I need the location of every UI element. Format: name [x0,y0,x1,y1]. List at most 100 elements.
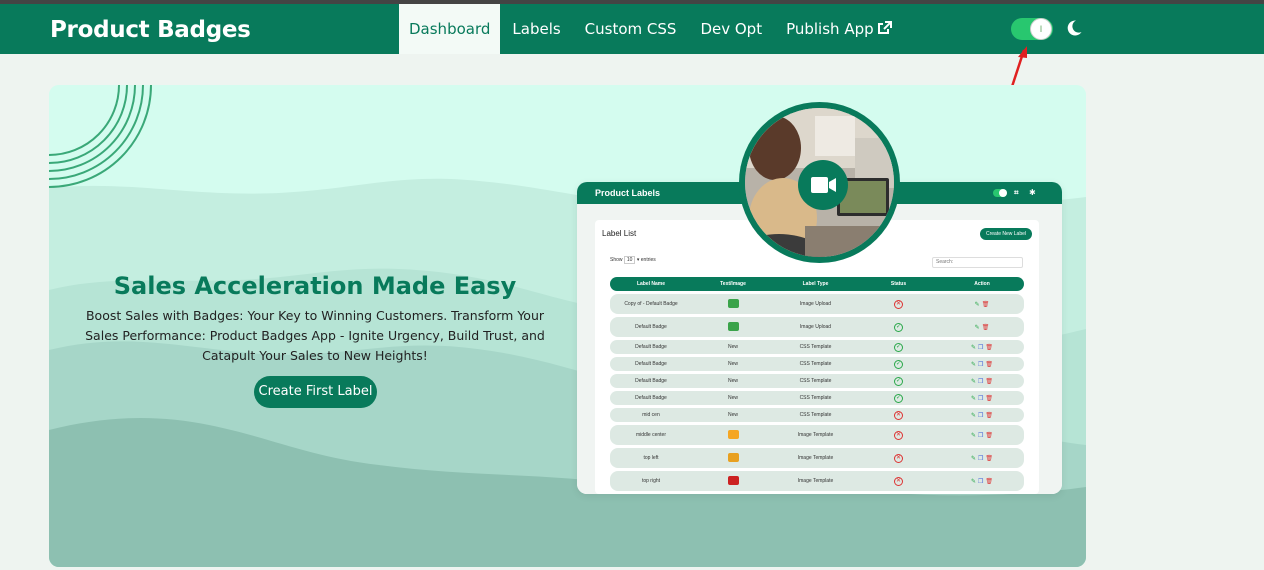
delete-icon: 🗑 [981,324,990,331]
row-actions: ✎ ❐ 🗑 [940,395,1024,402]
delete-icon: 🗑 [985,478,994,485]
row-status: ✕ [857,453,940,463]
edit-icon: ✎ [970,378,976,385]
preview-toggle [993,189,1007,197]
edit-icon: ✎ [970,432,976,439]
row-text-image [692,429,774,441]
preview-table-row: top left Image Template ✕ ✎ ❐ 🗑 [610,448,1024,468]
row-status: ✓ [857,376,940,386]
edit-icon: ✎ [970,412,976,419]
row-status: ✓ [857,342,940,352]
row-label-name: middle center [635,432,666,438]
create-first-label-button[interactable]: Create First Label [254,376,377,408]
nav-labels-label: Labels [512,20,561,38]
status-inactive-icon: ✕ [894,410,903,420]
row-label-type: CSS Template [799,344,832,350]
row-label-name: Default Badge [635,344,667,350]
badge-image [727,452,739,462]
nav-publish-app[interactable]: Publish App [774,4,904,54]
nav-custom-css-label: Custom CSS [584,20,677,38]
preview-table-header: Label Name Text/Image Label Type Status … [610,277,1024,291]
preview-search-box: Search: [932,257,1023,268]
row-label-name: Copy of - Default Badge [624,301,678,307]
preview-table-row: middle center Image Template ✕ ✎ ❐ 🗑 [610,425,1024,445]
app-enable-toggle[interactable]: I [1011,18,1053,40]
delete-icon: 🗑 [981,301,990,308]
row-label-name: top right [641,478,661,484]
preview-card-title: Label List [602,229,637,238]
badge-image [727,475,739,485]
row-label-name: top left [643,455,659,461]
col-status: Status [890,281,907,287]
preview-show-value: 10 [623,256,636,264]
edit-icon: ✎ [970,395,976,402]
row-status: ✓ [857,359,940,369]
preview-table-row: top right Image Template ✕ ✎ ❐ 🗑 [610,471,1024,491]
row-status: ✕ [857,410,940,420]
toggle-knob: I [1030,18,1052,40]
copy-icon: ❐ [978,378,984,385]
status-inactive-icon: ✕ [894,430,903,440]
nav-labels[interactable]: Labels [500,4,572,54]
row-label-type: CSS Template [799,361,832,367]
row-status: ✕ [857,430,940,440]
preview-fullscreen-icon: ⌗ [1014,188,1019,197]
hero-headline: Sales Acceleration Made Easy [113,272,517,300]
row-text-image: New [692,361,774,367]
copy-icon: ❐ [978,361,984,368]
col-label-type: Label Type [802,281,829,287]
copy-icon: ❐ [978,455,984,462]
row-text-image [692,475,774,487]
col-action: Action [974,281,990,287]
badge-text: New [727,344,738,350]
status-active-icon: ✓ [894,322,903,332]
row-text-image: New [692,378,774,384]
edit-icon: ✎ [974,301,980,308]
preview-table-body: Copy of - Default Badge Image Upload ✕ ✎ 🗑 De… [610,294,1024,494]
row-label-name: Default Badge [635,378,667,384]
intro-video-thumbnail[interactable] [739,102,900,263]
row-actions: ✎ ❐ 🗑 [940,344,1024,351]
nav-dev-opt[interactable]: Dev Opt [688,4,774,54]
badge-text: New [727,361,738,367]
delete-icon: 🗑 [985,395,994,402]
row-status: ✕ [857,299,940,309]
preview-table-row: Default Badge New CSS Template ✓ ✎ ❐ 🗑 [610,391,1024,405]
row-actions: ✎ ❐ 🗑 [940,378,1024,385]
row-text-image: New [692,344,774,350]
copy-icon: ❐ [978,478,984,485]
row-text-image: New [692,395,774,401]
row-status: ✓ [857,322,940,332]
edit-icon: ✎ [970,344,976,351]
row-actions: ✎ ❐ 🗑 [940,361,1024,368]
hero-subtext: Boost Sales with Badges: Your Key to Win… [85,308,545,363]
preview-sun-icon: ✱ [1029,188,1036,197]
delete-icon: 🗑 [985,378,994,385]
preview-show-prefix: Show [610,257,623,263]
moon-icon[interactable] [1065,19,1083,37]
row-text-image: New [692,412,774,418]
top-navbar: Product Badges Dashboard Labels Custom C… [0,4,1264,54]
status-inactive-icon: ✕ [894,453,903,463]
col-text-image: Text/Image [720,281,746,287]
delete-icon: 🗑 [985,412,994,419]
nav-custom-css[interactable]: Custom CSS [573,4,689,54]
nav-dashboard[interactable]: Dashboard [399,4,501,54]
status-active-icon: ✓ [894,359,903,369]
row-text-image [692,298,774,310]
row-status: ✕ [857,476,940,486]
edit-icon: ✎ [970,361,976,368]
row-text-image [692,452,774,464]
row-text-image [692,321,774,333]
external-link-icon [877,21,892,34]
copy-icon: ❐ [978,432,984,439]
delete-icon: 🗑 [985,361,994,368]
row-actions: ✎ 🗑 [940,301,1024,308]
row-actions: ✎ ❐ 🗑 [940,432,1024,439]
nav-dashboard-label: Dashboard [409,20,491,38]
preview-create-label-button: Create New Label [980,228,1032,240]
copy-icon: ❐ [978,344,984,351]
video-play-button[interactable] [798,160,848,210]
nav-menu: Dashboard Labels Custom CSS Dev Opt Publ… [399,4,904,54]
preview-header-title: Product Labels [595,188,661,198]
